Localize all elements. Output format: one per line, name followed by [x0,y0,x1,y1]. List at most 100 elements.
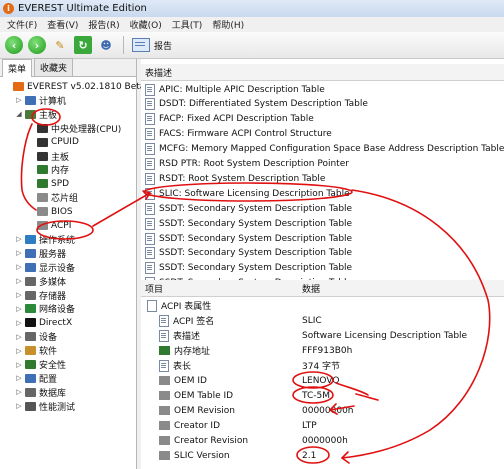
tree-item[interactable]: ▷ 数据库 [15,386,66,399]
tree-item[interactable]: ▷ 设备 [15,330,57,343]
document-icon [145,217,155,230]
tree-expander-icon[interactable]: ▷ [15,305,23,313]
toolbar-separator [123,36,124,54]
property-row[interactable]: ACPI 签名 SLIC [141,313,504,328]
forward-icon[interactable]: › [28,36,46,54]
tree-expander-icon[interactable]: ▷ [15,235,23,243]
table-desc-item[interactable]: SSDT: Secondary System Description Table [145,261,352,276]
oem-icon [159,421,170,430]
menu-file[interactable]: 文件(F) [7,18,37,31]
back-icon[interactable]: ‹ [5,36,23,54]
property-row[interactable]: OEM Table ID TC-5M [141,388,504,403]
tree-expander-icon[interactable]: ▷ [15,333,23,341]
tree-expander-icon[interactable]: ▷ [15,96,23,104]
tree-expander-icon[interactable]: ▷ [15,249,23,257]
tree-item-label: DirectX [39,317,73,328]
menu-report[interactable]: 报告(R) [88,18,119,31]
table-desc-item[interactable]: RSDT: Root System Description Table [145,171,325,186]
tree-expander-icon[interactable]: ▷ [15,361,23,369]
table-desc-label: RSDT: Root System Description Table [159,173,326,184]
table-desc-item[interactable]: SSDT: Secondary System Description Table [145,201,352,216]
tree-expander-icon[interactable]: ▷ [15,374,23,382]
tree-item-label: CPUID [51,137,79,148]
title-bar: i EVEREST Ultimate Edition [0,0,504,18]
tree-expander-icon[interactable]: ▷ [15,277,23,285]
tree-expander-icon[interactable]: ▷ [15,263,23,271]
table-desc-label: SSDT: Secondary System Description Table [159,218,353,229]
tree-item[interactable]: ▷ DirectX [15,316,72,329]
edit-icon[interactable]: ✎ [51,36,69,54]
tree-item[interactable]: ▷ 软件 [15,344,57,357]
property-row[interactable]: OEM Revision 00000000h [141,403,504,418]
tree-item[interactable]: ▷ 服务器 [15,247,66,260]
tree-item[interactable]: CPUID [27,136,79,149]
property-row[interactable]: SLIC Version 2.1 [141,448,504,463]
network-icon [25,304,36,314]
tree-expander-icon[interactable]: ▷ [15,402,23,410]
tree-item[interactable]: ◢ 主板 [15,108,57,121]
tree-item[interactable]: EVEREST v5.02.1810 Beta [3,80,145,93]
table-desc-label: RSD PTR: Root System Description Pointer [159,159,349,169]
menu-view[interactable]: 查看(V) [47,18,78,31]
table-desc-item[interactable]: APIC: Multiple APIC Description Table [145,82,325,97]
tree-item[interactable]: ▷ 计算机 [15,94,66,107]
property-value: Software Licensing Description Table [302,330,468,341]
property-row[interactable]: 表描述 Software Licensing Description Table [141,328,504,343]
tree-expander-icon[interactable]: ▷ [15,388,23,396]
table-desc-item[interactable]: SSDT: Secondary System Description Table [145,231,352,246]
tree-expander-icon[interactable]: ▷ [15,319,23,327]
tree-expander-icon[interactable]: ◢ [15,110,23,118]
table-desc-item[interactable]: MCFG: Memory Mapped Configuration Space … [145,142,504,157]
tree-item[interactable]: 中央处理器(CPU) [27,122,121,135]
tree-item[interactable]: ▷ 存储器 [15,289,66,302]
tree-item[interactable]: ▷ 安全性 [15,358,66,371]
table-desc-item[interactable]: RSD PTR: Root System Description Pointer [145,157,349,172]
board-icon [37,151,48,161]
tree-item[interactable]: ▷ 网络设备 [15,302,75,315]
tree-item[interactable]: ACPI [27,219,71,232]
menu-favorites[interactable]: 收藏(O) [130,18,162,31]
tree-item[interactable]: ▷ 多媒体 [15,275,66,288]
property-item: Creator Revision [159,433,248,448]
tab-menu[interactable]: 菜单 [2,59,33,77]
property-row[interactable]: OEM ID LENOVO [141,373,504,388]
tree-expander-icon[interactable]: ▷ [15,291,23,299]
refresh-icon[interactable]: ↻ [74,36,92,54]
property-row[interactable]: Creator Revision 0000000h [141,433,504,448]
property-name: 表描述 [173,332,201,342]
tab-favorites[interactable]: 收藏夹 [34,58,74,76]
property-name: ACPI 签名 [173,317,215,327]
table-desc-label: SLIC: Software Licensing Description Tab… [159,188,350,199]
property-row[interactable]: 表长 374 字节 [141,358,504,373]
tree-item[interactable]: ▷ 显示设备 [15,261,75,274]
property-item: 内存地址 [159,343,210,358]
tree-expander-icon[interactable]: ▷ [15,347,23,355]
table-desc-item[interactable]: SSDT: Secondary System Description Table [145,216,352,231]
tree-item[interactable]: SPD [27,177,69,190]
tree-item[interactable]: ▷ 操作系统 [15,233,75,246]
users-icon[interactable]: ☻ [97,36,115,54]
table-desc-item[interactable]: SSDT: Secondary System Description Table [145,246,352,261]
tree-item[interactable]: ▷ 性能测试 [15,400,75,413]
table-desc-label: MCFG: Memory Mapped Configuration Space … [159,144,504,155]
table-desc-item[interactable]: DSDT: Differentiated System Description … [145,97,368,112]
menu-help[interactable]: 帮助(H) [212,18,244,31]
property-value: LTP [302,420,317,431]
oem-icon [159,406,170,415]
table-desc-item[interactable]: FACS: Firmware ACPI Control Structure [145,127,332,142]
report-button[interactable]: 报告 [132,38,172,52]
property-row[interactable]: 内存地址 FFF913B0h [141,343,504,358]
property-item: ACPI 表属性 [147,298,211,313]
property-row[interactable]: ACPI 表属性 [141,298,504,313]
property-row[interactable]: Creator ID LTP [141,418,504,433]
table-desc-item[interactable]: FACP: Fixed ACPI Description Table [145,112,314,127]
server-icon [25,248,36,258]
tree-item[interactable]: ▷ 配置 [15,372,57,385]
tree-item[interactable]: 主板 [27,150,69,163]
tree-item[interactable]: BIOS [27,205,73,218]
tree-item[interactable]: 内存 [27,163,69,176]
tree-item[interactable]: 芯片组 [27,191,78,204]
menu-tools[interactable]: 工具(T) [172,18,203,31]
table-desc-item[interactable]: SLIC: Software Licensing Description Tab… [145,186,350,201]
document-icon [145,143,155,156]
